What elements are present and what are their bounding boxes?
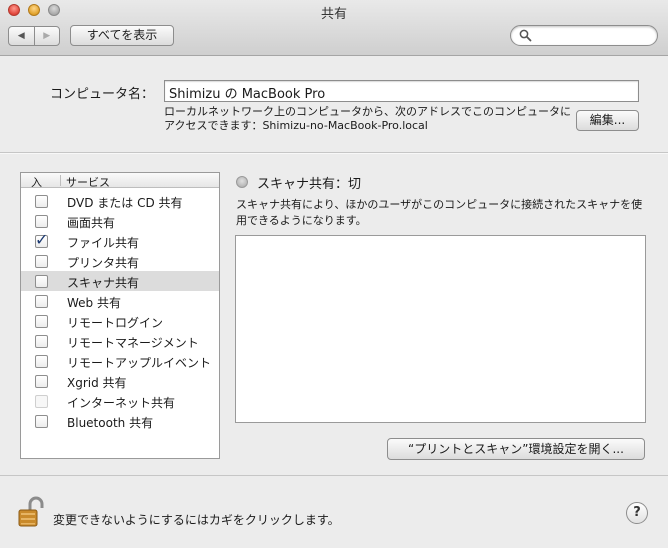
- service-row-screen-sharing[interactable]: 画面共有: [21, 211, 219, 231]
- service-row-web-sharing[interactable]: Web 共有: [21, 291, 219, 311]
- service-row-xgrid-sharing[interactable]: Xgrid 共有: [21, 371, 219, 391]
- service-label: リモートマネージメント: [67, 336, 199, 350]
- service-label: DVD または CD 共有: [67, 196, 183, 210]
- service-checkbox[interactable]: [35, 215, 48, 228]
- service-checkbox[interactable]: [35, 295, 48, 308]
- help-button[interactable]: ?: [626, 502, 648, 524]
- search-icon: [519, 29, 532, 42]
- forward-button[interactable]: ▶: [33, 27, 60, 45]
- computer-address-description: ローカルネットワーク上のコンピュータから、次のアドレスでこのコンピュータにアクセ…: [164, 105, 571, 132]
- service-checkbox[interactable]: [35, 195, 48, 208]
- service-row-dvd-cd[interactable]: DVD または CD 共有: [21, 191, 219, 211]
- service-checkbox: [35, 395, 48, 408]
- service-label: インターネット共有: [67, 396, 176, 410]
- back-button[interactable]: ◀: [9, 27, 34, 45]
- service-row-printer-sharing[interactable]: プリンタ共有: [21, 251, 219, 271]
- service-row-file-sharing[interactable]: ✓ ファイル共有: [21, 231, 219, 251]
- divider: [0, 475, 668, 476]
- lock-instruction-text: 変更できないようにするにはカギをクリックします。: [53, 513, 340, 527]
- service-label: プリンタ共有: [67, 256, 140, 270]
- service-label: ファイル共有: [67, 236, 140, 250]
- service-checkbox[interactable]: [35, 375, 48, 388]
- checkmark-icon: ✓: [35, 230, 49, 249]
- services-list-header: 入 サービス: [21, 173, 219, 190]
- search-input[interactable]: [537, 28, 652, 43]
- service-row-remote-management[interactable]: リモートマネージメント: [21, 331, 219, 351]
- service-checkbox[interactable]: [35, 255, 48, 268]
- back-forward-control: ◀ ▶: [8, 26, 60, 46]
- service-checkbox[interactable]: [35, 315, 48, 328]
- service-label: スキャナ共有: [67, 276, 140, 290]
- open-print-scan-prefs-button[interactable]: “プリントとスキャン”環境設定を開く...: [387, 438, 645, 460]
- service-checkbox[interactable]: [35, 335, 48, 348]
- column-header-on[interactable]: 入: [31, 174, 42, 190]
- service-row-internet-sharing[interactable]: インターネット共有: [21, 391, 219, 411]
- status-indicator-icon: [236, 176, 248, 188]
- window-title: 共有: [320, 7, 347, 22]
- service-label: リモートアップルイベント: [67, 356, 212, 370]
- service-row-remote-login[interactable]: リモートログイン: [21, 311, 219, 331]
- service-label: Bluetooth 共有: [67, 416, 154, 430]
- edit-button[interactable]: 編集...: [576, 110, 639, 131]
- service-checkbox[interactable]: ✓: [35, 231, 48, 249]
- service-description: スキャナ共有により、ほかのユーザがこのコンピュータに接続されたスキャナを使用でき…: [236, 198, 643, 227]
- scanner-list[interactable]: [235, 235, 646, 423]
- computer-name-label: コンピュータ名：: [50, 87, 155, 102]
- service-checkbox[interactable]: [35, 275, 48, 288]
- service-row-remote-apple-events[interactable]: リモートアップルイベント: [21, 351, 219, 371]
- service-checkbox[interactable]: [35, 355, 48, 368]
- column-separator: [60, 175, 61, 186]
- computer-name-field[interactable]: Shimizu の MacBook Pro: [164, 80, 639, 102]
- show-all-button[interactable]: すべてを表示: [70, 25, 174, 46]
- services-list: 入 サービス DVD または CD 共有 画面共有 ✓ ファイル共有 プリンタ共…: [20, 172, 220, 459]
- service-label: Xgrid 共有: [67, 376, 127, 390]
- title-bar: 共有 ◀ ▶ すべてを表示: [0, 0, 668, 56]
- service-label: リモートログイン: [67, 316, 164, 330]
- column-header-service[interactable]: サービス: [66, 174, 110, 190]
- service-label: Web 共有: [67, 296, 121, 310]
- lock-open-icon[interactable]: [17, 496, 45, 530]
- service-row-scanner-sharing[interactable]: スキャナ共有: [21, 271, 219, 291]
- divider-highlight: [0, 153, 668, 154]
- service-status: スキャナ共有：切: [257, 177, 362, 192]
- search-field[interactable]: [510, 25, 658, 46]
- service-label: 画面共有: [67, 216, 116, 230]
- service-checkbox[interactable]: [35, 415, 48, 428]
- sharing-window: 共有 ◀ ▶ すべてを表示 コンピュータ名： Shimizu の MacBook…: [0, 0, 668, 548]
- service-row-bluetooth-sharing[interactable]: Bluetooth 共有: [21, 411, 219, 431]
